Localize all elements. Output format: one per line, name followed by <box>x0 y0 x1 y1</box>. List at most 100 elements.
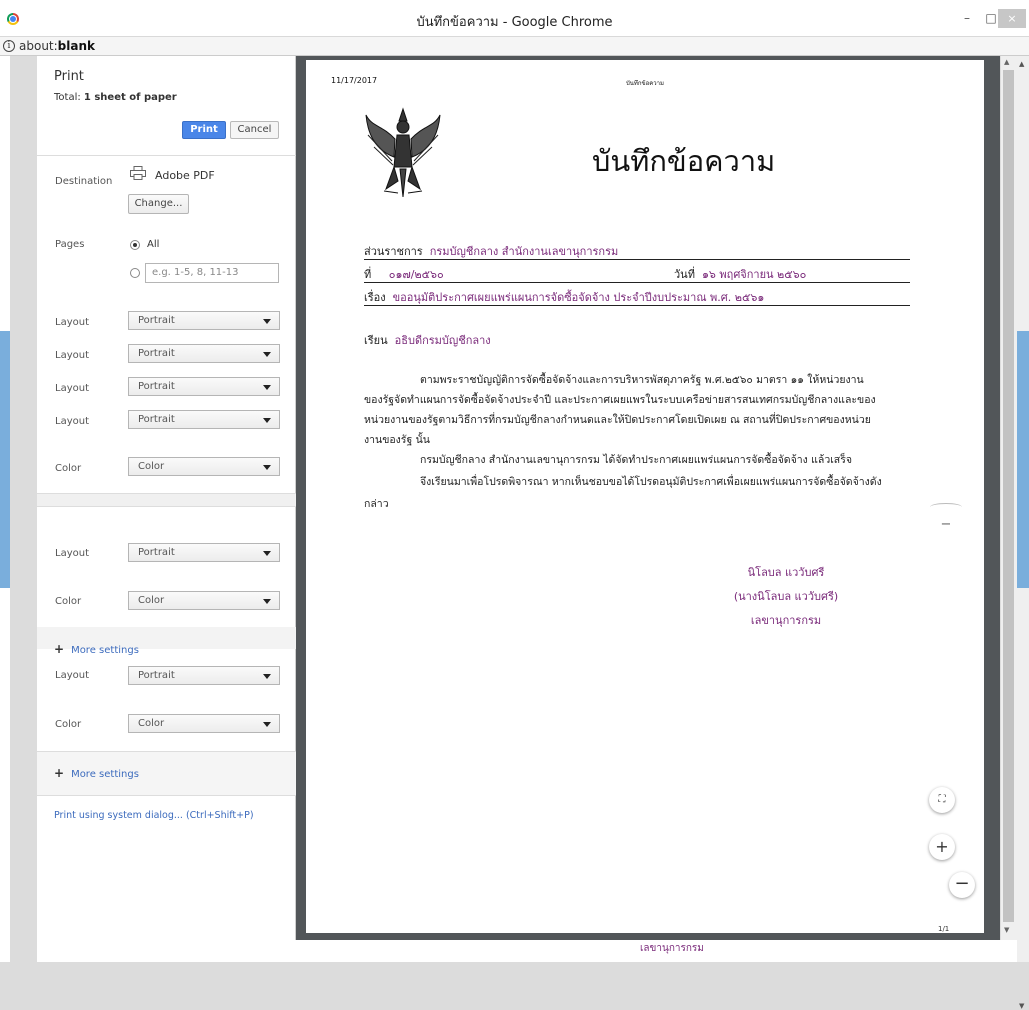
dropdown-caret-icon <box>263 352 271 357</box>
signature-name: นิโลบล แววับศรี <box>747 566 825 579</box>
layout-label: Layout <box>55 416 89 427</box>
color-label: Color <box>55 463 82 474</box>
page-scrollbar[interactable]: ▲ ▼ <box>1017 56 1029 1010</box>
more-settings-label: More settings <box>71 645 139 656</box>
scroll-down-icon[interactable]: ▼ <box>1019 1002 1024 1010</box>
layout-value: Portrait <box>138 670 175 681</box>
agency-field: ส่วนราชการ กรมบัญชีกลาง สำนักงานเลขานุกา… <box>364 242 618 260</box>
url-text[interactable]: about:blank <box>19 39 95 53</box>
print-settings-panel: Print Total: 1 sheet of paper Print Canc… <box>37 56 296 940</box>
subject-value: ขออนุมัติประกาศเผยแพร่แผนการจัดซื้อจัดจ้… <box>392 291 765 304</box>
subject-field: เรื่อง ขออนุมัติประกาศเผยแพร่แผนการจัดซื… <box>364 288 764 306</box>
pages-all-label: All <box>147 239 160 250</box>
document-title: บันทึกข้อความ <box>592 144 776 178</box>
layout-label: Layout <box>55 317 89 328</box>
scrollbar-thumb[interactable] <box>1003 70 1014 922</box>
layout-value: Portrait <box>138 381 175 392</box>
ref-number-value: ๐๑๗/๒๕๖๐ <box>388 268 444 281</box>
body-line: หน่วยงานของรัฐตามวิธีการที่กรมบัญชีกลางก… <box>364 414 871 426</box>
color-label: Color <box>55 719 82 730</box>
layout-select[interactable]: Portrait <box>128 666 280 685</box>
layout-select[interactable]: Portrait <box>128 377 280 396</box>
header-section <box>37 56 296 156</box>
change-destination-button[interactable]: Change... <box>128 194 189 214</box>
color-select[interactable]: Color <box>128 591 280 610</box>
ref-number-label: ที่ <box>364 268 372 281</box>
more-settings-link[interactable]: + More settings <box>54 642 139 656</box>
zoom-control-ghost <box>930 503 962 511</box>
addressee-field: เรียน อธิบดีกรมบัญชีกลาง <box>364 331 491 349</box>
background-page-left <box>0 56 10 962</box>
layout-value: Portrait <box>138 348 175 359</box>
pages-input[interactable]: e.g. 1-5, 8, 11-13 <box>145 263 279 283</box>
addressee-label: เรียน <box>364 334 388 347</box>
signature-position: เลขานุการกรม <box>750 614 822 627</box>
scroll-down-icon[interactable]: ▼ <box>1004 926 1009 934</box>
layout-label: Layout <box>55 670 89 681</box>
address-bar[interactable]: i about:blank <box>0 37 1029 56</box>
body-line: งานของรัฐ นั้น <box>364 434 430 446</box>
system-dialog-link[interactable]: Print using system dialog... (Ctrl+Shift… <box>54 810 254 821</box>
page-count: 1/1 <box>938 925 950 933</box>
underline <box>364 259 910 260</box>
color-select[interactable]: Color <box>128 714 280 733</box>
layout-select[interactable]: Portrait <box>128 410 280 429</box>
plus-icon: + <box>54 766 65 780</box>
color-value: Color <box>138 595 165 606</box>
signature-fullname: (นางนิโลบล แววับศรี) <box>733 590 839 603</box>
title-bar: บันทึกข้อความ - Google Chrome – □ × <box>0 0 1029 37</box>
layout-label: Layout <box>55 548 89 559</box>
plus-icon: + <box>54 642 65 656</box>
layout-value: Portrait <box>138 414 175 425</box>
preview-scrollbar[interactable]: ▲ ▼ <box>1000 56 1017 940</box>
more-settings-link[interactable]: + More settings <box>54 766 139 780</box>
section-divider <box>37 493 296 507</box>
info-icon[interactable]: i <box>3 40 15 52</box>
dropdown-caret-icon <box>263 418 271 423</box>
ref-number-field: ที่ ๐๑๗/๒๕๖๐ <box>364 265 444 283</box>
pages-label: Pages <box>55 239 85 250</box>
zoom-in-button[interactable]: + <box>929 834 955 860</box>
dropdown-caret-icon <box>263 465 271 470</box>
date-field: วันที่ ๑๖ พฤศจิกายน ๒๕๖๐ <box>674 265 806 283</box>
underline <box>364 305 910 306</box>
scroll-up-icon[interactable]: ▲ <box>1004 58 1009 66</box>
date-value: ๑๖ พฤศจิกายน ๒๕๖๐ <box>701 268 807 281</box>
addressee-value: อธิบดีกรมบัญชีกลาง <box>394 334 491 347</box>
layout-select[interactable]: Portrait <box>128 344 280 363</box>
color-label: Color <box>55 596 82 607</box>
fit-to-page-button[interactable]: ⛶ <box>929 787 955 813</box>
layout-label: Layout <box>55 383 89 394</box>
window-title: บันทึกข้อความ - Google Chrome <box>416 15 613 30</box>
pages-all-radio[interactable] <box>130 240 140 250</box>
header-date: 11/17/2017 <box>331 76 378 85</box>
print-preview: 11/17/2017 บันทึกข้อความ บันทึกข้อความ ส… <box>296 56 1017 940</box>
subject-label: เรื่อง <box>364 291 386 304</box>
date-label: วันที่ <box>674 268 695 281</box>
dropdown-caret-icon <box>263 385 271 390</box>
body-line: ของรัฐจัดทำแผนการจัดซื้อจัดจ้างประจำปี แ… <box>364 394 876 406</box>
dropdown-caret-icon <box>263 722 271 727</box>
color-select[interactable]: Color <box>128 457 280 476</box>
close-button[interactable]: × <box>998 9 1026 28</box>
pages-custom-radio[interactable] <box>130 268 140 278</box>
minimize-button[interactable]: – <box>956 9 978 28</box>
body-line: กรมบัญชีกลาง สำนักงานเลขานุการกรม ได้จัด… <box>420 454 853 466</box>
background-highlight <box>0 331 10 588</box>
header-title: บันทึกข้อความ <box>626 80 664 87</box>
agency-label: ส่วนราชการ <box>364 245 423 258</box>
url-scheme: about: <box>19 39 58 53</box>
color-value: Color <box>138 718 165 729</box>
body-line: ตามพระราชบัญญัติการจัดซื้อจัดจ้างและการบ… <box>420 374 864 386</box>
layout-select[interactable]: Portrait <box>128 543 280 562</box>
scroll-up-icon[interactable]: ▲ <box>1019 60 1024 68</box>
layout-select[interactable]: Portrait <box>128 311 280 330</box>
dropdown-caret-icon <box>263 599 271 604</box>
underline <box>364 282 910 283</box>
agency-value: กรมบัญชีกลาง สำนักงานเลขานุการกรม <box>429 245 619 258</box>
layout-value: Portrait <box>138 315 175 326</box>
dropdown-caret-icon <box>263 319 271 324</box>
dropdown-caret-icon <box>263 551 271 556</box>
garuda-emblem <box>365 107 441 198</box>
zoom-out-button[interactable]: − <box>949 872 975 898</box>
